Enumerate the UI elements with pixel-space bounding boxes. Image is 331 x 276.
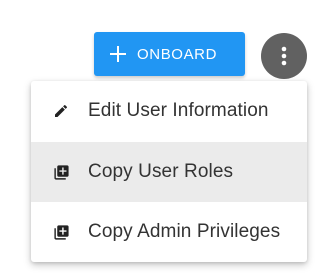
menu-item-copy-admin-privileges[interactable]: Copy Admin Privileges [31, 202, 307, 262]
pencil-icon [52, 102, 70, 120]
menu-item-edit-user-information[interactable]: Edit User Information [31, 81, 307, 141]
actions-menu: Edit User Information Copy User Roles Co… [31, 81, 307, 262]
menu-item-label: Edit User Information [88, 100, 269, 121]
onboard-button-label: ONBOARD [137, 45, 218, 63]
onboard-button[interactable]: ONBOARD [94, 32, 245, 76]
menu-item-label: Copy User Roles [88, 161, 234, 182]
plus-icon [109, 45, 127, 63]
more-options-button[interactable] [261, 33, 307, 79]
menu-item-copy-user-roles[interactable]: Copy User Roles [31, 142, 307, 202]
library-add-icon [52, 223, 70, 241]
more-vertical-icon [281, 46, 287, 66]
menu-item-label: Copy Admin Privileges [88, 221, 281, 242]
library-add-icon [52, 163, 70, 181]
page: ONBOARD Edit User Information Copy User … [0, 0, 331, 276]
